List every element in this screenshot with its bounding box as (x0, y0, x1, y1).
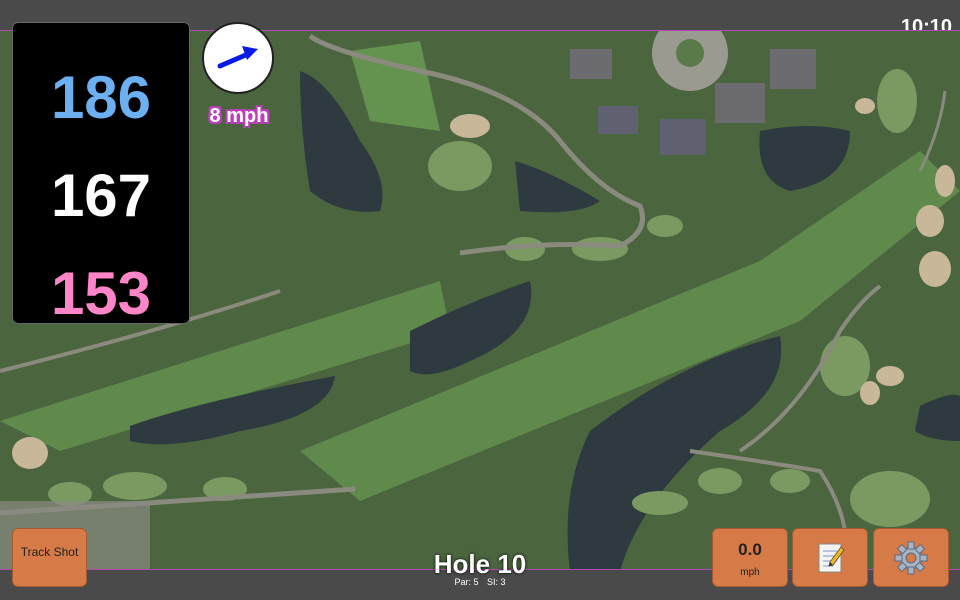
house (570, 49, 612, 79)
green (850, 471, 930, 527)
bunker (919, 251, 951, 287)
bunker (876, 366, 904, 386)
bunker (12, 437, 48, 469)
hole-info: Par: 5 SI: 3 (380, 577, 580, 587)
speed-value: 0.0 (738, 540, 762, 559)
speed-button[interactable]: 0.0 mph (712, 528, 788, 587)
gear-icon (894, 541, 928, 575)
green (428, 141, 492, 191)
wind-speed: 8 mph (209, 105, 269, 127)
hole-stroke-index: SI: 3 (487, 577, 506, 587)
bunker (860, 381, 880, 405)
tee-box (770, 469, 810, 493)
bunker (935, 165, 955, 197)
settings-button[interactable] (873, 528, 949, 587)
notepad-icon (818, 543, 845, 573)
notes-button[interactable] (792, 528, 868, 587)
house (598, 106, 638, 134)
tee-box (698, 468, 742, 494)
bunker (450, 114, 490, 138)
speed-unit: mph (740, 567, 760, 578)
wind-direction-indicator (202, 22, 274, 94)
tee-box (103, 472, 167, 500)
house (715, 83, 765, 123)
bunker (855, 98, 875, 114)
front-distance: 153 (50, 260, 152, 327)
middle-distance: 167 (50, 162, 152, 229)
house (660, 119, 706, 155)
green (877, 69, 917, 133)
bunker (916, 205, 944, 237)
hole-par: Par: 5 (454, 577, 479, 587)
tee-box (647, 215, 683, 237)
distance-panel: 186 167 153 (12, 22, 190, 327)
house (770, 49, 816, 89)
tee-box (632, 491, 688, 515)
track-shot-button[interactable]: Track Shot (12, 528, 87, 587)
wind-arrow-icon (217, 46, 258, 69)
tee-box (572, 237, 628, 261)
back-distance: 186 (50, 64, 152, 131)
hole-title: Hole 10 (433, 549, 527, 579)
